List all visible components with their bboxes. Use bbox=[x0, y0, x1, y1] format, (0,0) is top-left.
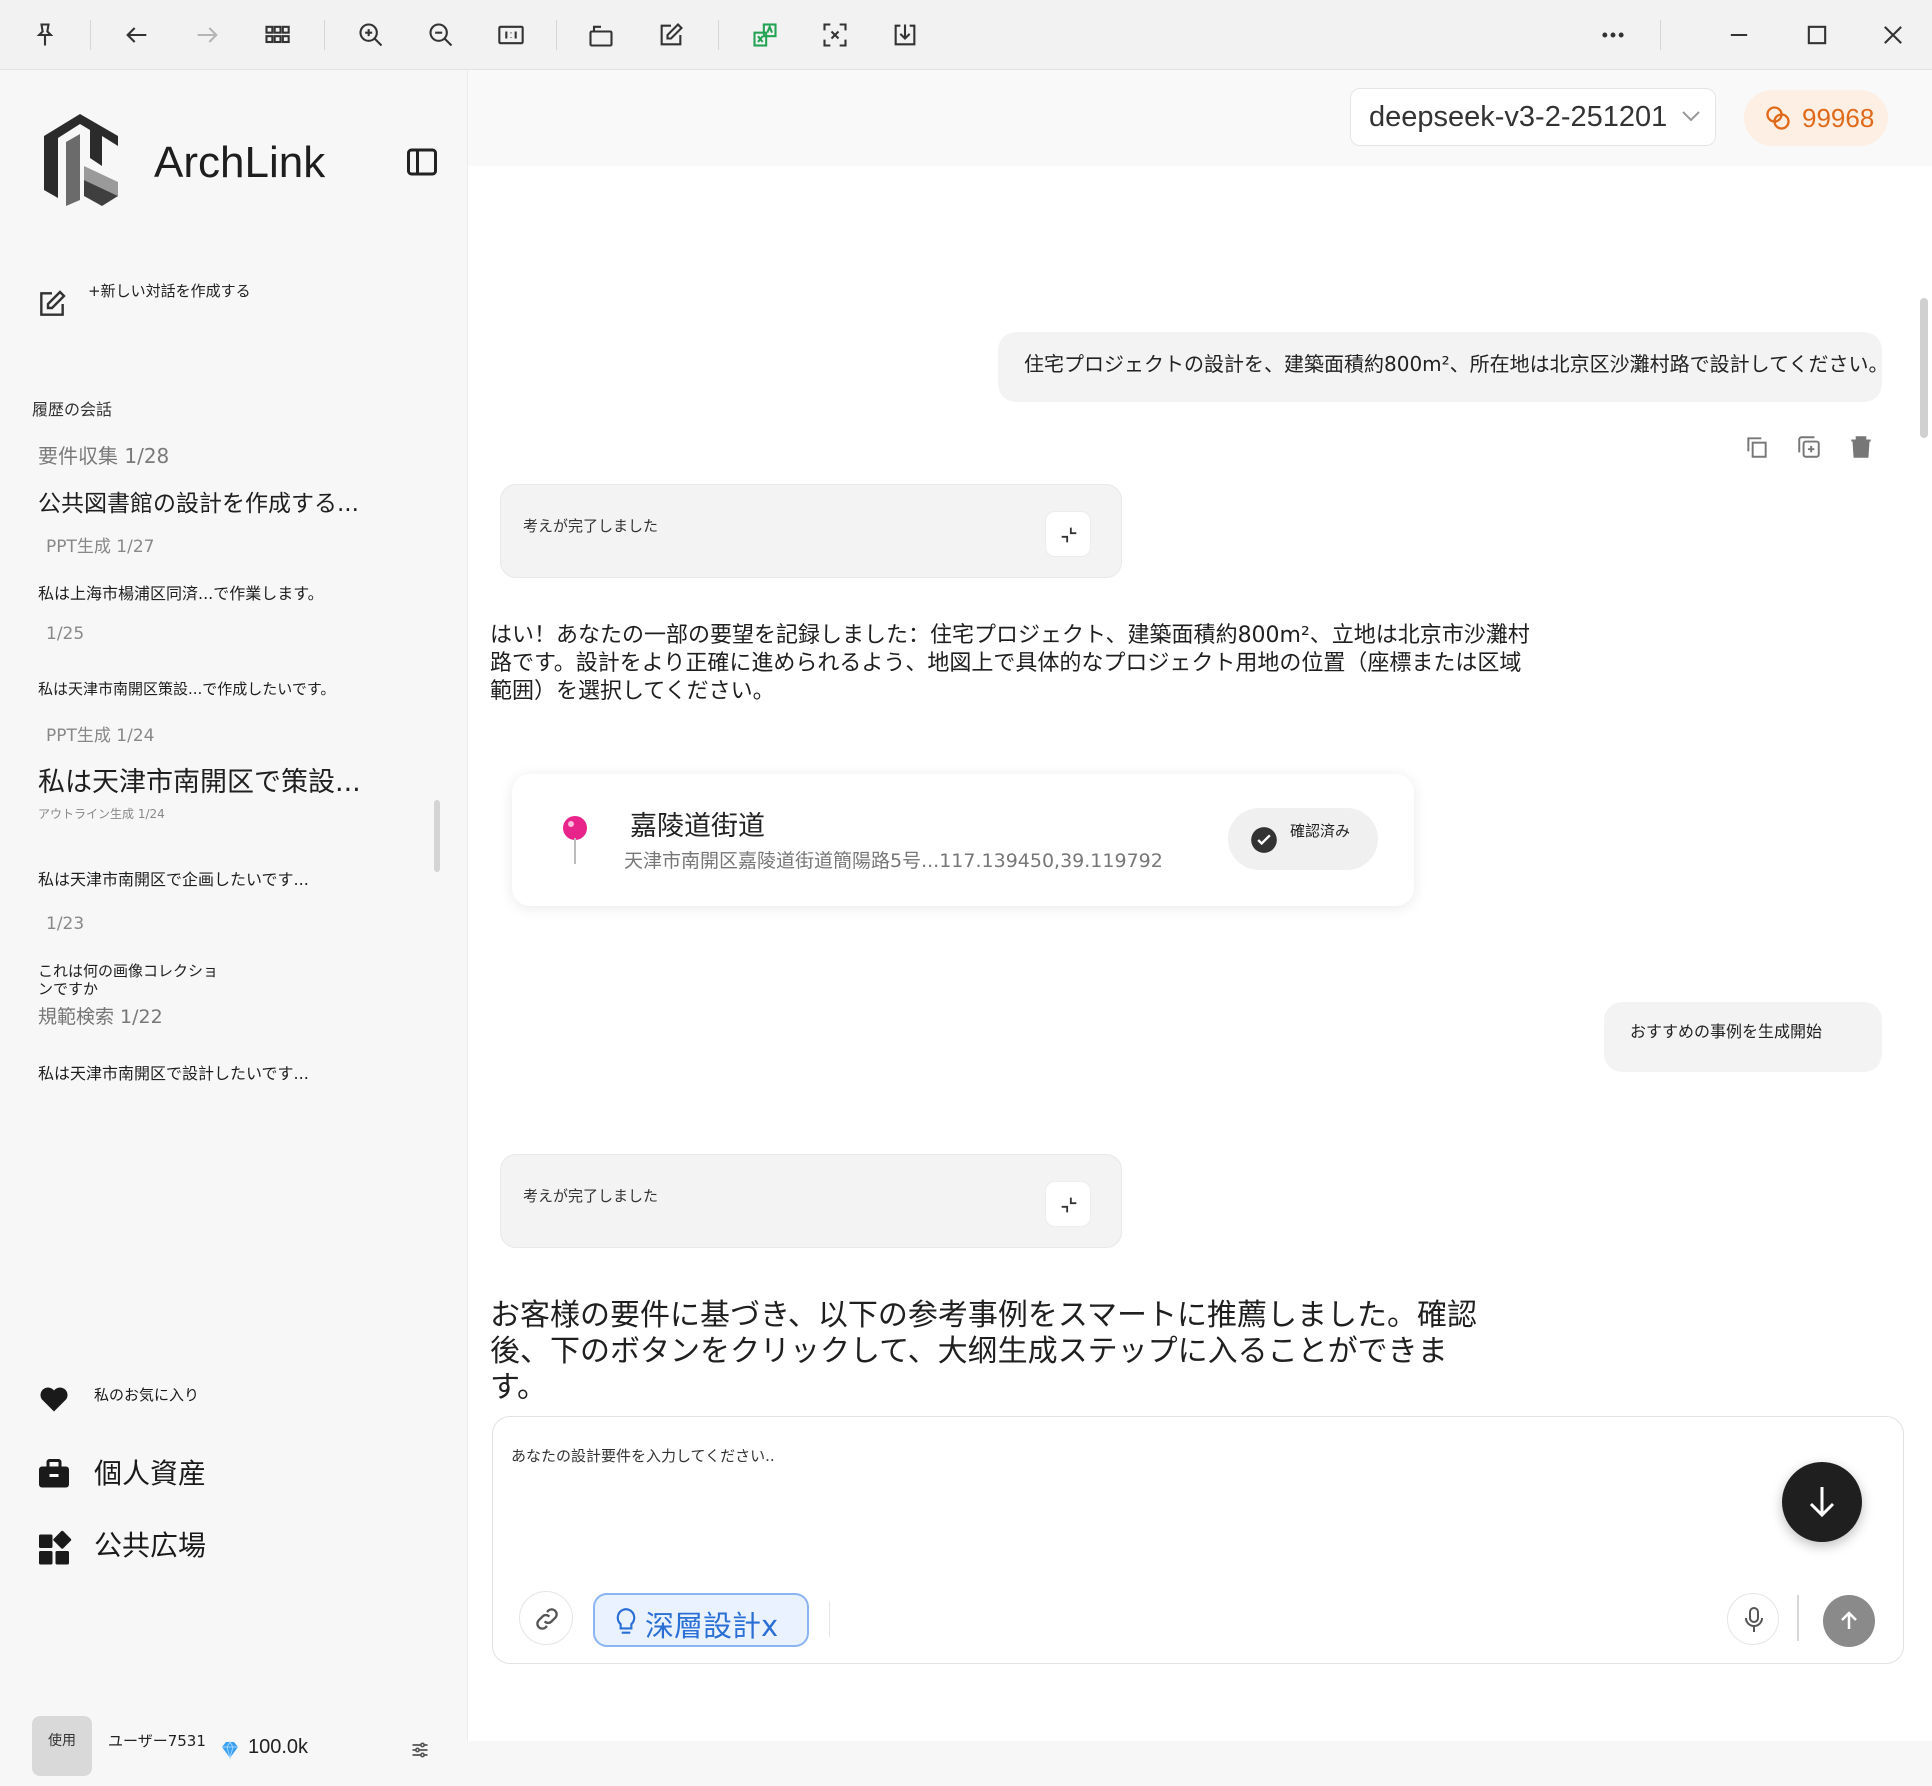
history-heading: 履歴の会話 bbox=[32, 400, 113, 419]
back-arrow-icon[interactable] bbox=[118, 16, 156, 54]
history-item[interactable]: 私は天津市南開区で設計したいです... bbox=[38, 1060, 398, 1084]
collapse-thinking-button[interactable] bbox=[1045, 511, 1091, 557]
send-button[interactable] bbox=[1823, 1595, 1875, 1647]
attach-link-button[interactable] bbox=[519, 1591, 573, 1645]
toolbar-divider bbox=[324, 20, 325, 50]
avatar[interactable]: 使用 bbox=[32, 1716, 92, 1776]
download-icon[interactable] bbox=[886, 16, 924, 54]
personal-assets-nav[interactable]: 個人資産 bbox=[36, 1452, 336, 1496]
message-actions bbox=[1744, 434, 1874, 460]
close-icon[interactable] bbox=[1874, 16, 1912, 54]
briefcase-icon bbox=[39, 1459, 69, 1488]
pin-icon[interactable] bbox=[26, 16, 64, 54]
link-icon bbox=[536, 1608, 558, 1630]
apps-grid-icon bbox=[39, 1530, 72, 1565]
arrow-down-icon bbox=[1809, 1487, 1835, 1518]
credits-badge[interactable]: 99968 bbox=[1744, 90, 1888, 146]
toolbar-divider bbox=[1660, 20, 1661, 50]
archlink-logo bbox=[44, 114, 118, 206]
confirmed-button[interactable]: 確認済み bbox=[1228, 808, 1378, 870]
toolbar-divider bbox=[556, 20, 557, 50]
trash-icon[interactable] bbox=[1848, 434, 1874, 460]
arrow-up-icon bbox=[1841, 1611, 1857, 1629]
grid-view-icon[interactable] bbox=[258, 16, 296, 54]
viewer-toolbar bbox=[0, 0, 1932, 70]
history-scrollbar[interactable] bbox=[434, 800, 440, 872]
app-name: ArchLink bbox=[154, 138, 326, 187]
lightbulb-icon bbox=[616, 1608, 636, 1634]
translate-icon[interactable] bbox=[746, 16, 784, 54]
design-requirement-input[interactable] bbox=[511, 1445, 1711, 1505]
new-chat-label: +新しい対話を作成する bbox=[88, 282, 251, 300]
assistant-message: はい！あなたの一部の要望を記録しました：住宅プロジェクト、建築面積約800m²、… bbox=[490, 623, 1530, 704]
new-chat-button[interactable]: +新しい対話を作成する bbox=[36, 280, 251, 320]
user-message: 住宅プロジェクトの設計を、建築面積約800m²、所在地は北京区沙灘村路で設計して… bbox=[998, 332, 1882, 402]
input-divider bbox=[1797, 1595, 1799, 1641]
location-name: 嘉陵道街道 bbox=[630, 811, 765, 842]
location-address: 天津市南開区嘉陵道街道簡陽路5号...117.139450,39.119792 bbox=[624, 850, 1163, 872]
public-plaza-nav[interactable]: 公共広場 bbox=[36, 1524, 336, 1568]
duplicate-icon[interactable] bbox=[1796, 434, 1822, 460]
copy-icon[interactable] bbox=[1744, 434, 1770, 460]
diamond-icon bbox=[222, 1741, 238, 1760]
coins-icon bbox=[1766, 106, 1790, 130]
microphone-icon bbox=[1745, 1607, 1763, 1632]
map-pin-icon bbox=[563, 816, 587, 864]
thinking-panel: 考えが完了しました bbox=[500, 484, 1122, 578]
input-divider bbox=[829, 1601, 830, 1637]
history-list: 要件収集 1/28 公共図書館の設計を作成する... PPT生成 1/27 私は… bbox=[30, 430, 430, 1190]
location-card[interactable]: 嘉陵道街道 天津市南開区嘉陵道街道簡陽路5号...117.139450,39.1… bbox=[512, 774, 1414, 906]
toolbar-divider bbox=[718, 20, 719, 50]
chat-header: deepseek-v3-2-251201 99968 bbox=[468, 70, 1932, 166]
collapse-icon bbox=[1061, 1197, 1077, 1213]
collapse-icon bbox=[1061, 527, 1077, 543]
history-item[interactable]: 公共図書館の設計を作成する... PPT生成 1/27 bbox=[38, 484, 398, 557]
history-item[interactable]: 私は天津市南開区策設...で作成したいです。 PPT生成 1/24 bbox=[38, 678, 398, 746]
maximize-icon[interactable] bbox=[1798, 16, 1836, 54]
actual-size-icon[interactable] bbox=[492, 16, 530, 54]
sidebar: ArchLink +新しい対話を作成する 履歴の会話 要件収集 1/28 公共図… bbox=[0, 70, 468, 1776]
assistant-message: お客様の要件に基づき、以下の参考事例をスマートに推薦しました。確認後、下のボタン… bbox=[490, 1298, 1477, 1405]
zoom-out-icon[interactable] bbox=[422, 16, 460, 54]
thinking-status: 考えが完了しました bbox=[523, 1187, 659, 1205]
favorites-nav[interactable]: 私のお気に入り bbox=[36, 1380, 336, 1420]
user-profile[interactable]: 使用 ユーザー7531 100.0k bbox=[32, 1716, 432, 1786]
minimize-icon[interactable] bbox=[1720, 16, 1758, 54]
scroll-to-bottom-button[interactable] bbox=[1782, 1462, 1862, 1542]
ocr-scan-icon[interactable] bbox=[816, 16, 854, 54]
settings-sliders-icon[interactable] bbox=[410, 1740, 430, 1760]
thinking-panel: 考えが完了しました bbox=[500, 1154, 1122, 1248]
heart-icon bbox=[40, 1387, 68, 1412]
more-icon[interactable] bbox=[1594, 16, 1632, 54]
voice-input-button[interactable] bbox=[1727, 1593, 1779, 1645]
zoom-in-icon[interactable] bbox=[352, 16, 390, 54]
sidebar-toggle-icon[interactable] bbox=[404, 144, 440, 180]
forward-arrow-icon[interactable] bbox=[188, 16, 226, 54]
toolbar-divider bbox=[90, 20, 91, 50]
history-item[interactable]: 私は天津市南開区で企画したいです... 1/23 bbox=[38, 866, 398, 934]
deep-design-label: 深層設計x bbox=[645, 1609, 779, 1643]
chevron-down-icon bbox=[1682, 111, 1700, 122]
token-balance: 100.0k bbox=[248, 1736, 309, 1758]
deep-design-toggle[interactable]: 深層設計x bbox=[593, 1593, 809, 1647]
user-message: おすすめの事例を生成開始 bbox=[1604, 1002, 1882, 1072]
confirmed-label: 確認済み bbox=[1290, 822, 1351, 840]
chat-input-panel: 深層設計x bbox=[492, 1416, 1904, 1664]
history-item[interactable]: 私は上海市楊浦区同済...で作業します。 1/25 bbox=[38, 580, 398, 644]
check-circle-icon bbox=[1251, 827, 1277, 853]
new-chat-icon bbox=[40, 290, 66, 316]
thinking-status: 考えが完了しました bbox=[523, 517, 659, 535]
model-selector[interactable]: deepseek-v3-2-251201 bbox=[1350, 88, 1716, 146]
chat-scrollbar[interactable] bbox=[1920, 298, 1928, 438]
credits-value: 99968 bbox=[1802, 103, 1875, 133]
collapse-thinking-button[interactable] bbox=[1045, 1181, 1091, 1227]
edit-icon[interactable] bbox=[652, 16, 690, 54]
history-item[interactable]: 要件収集 1/28 bbox=[38, 430, 398, 469]
history-item[interactable]: 私は天津市南開区で策設... アウトライン生成 1/24 bbox=[38, 760, 398, 822]
rotate-icon[interactable] bbox=[582, 16, 620, 54]
model-name: deepseek-v3-2-251201 bbox=[1369, 101, 1668, 133]
chat-main: deepseek-v3-2-251201 99968 住宅プロジェクトの設計を、… bbox=[468, 70, 1932, 1741]
history-item[interactable]: これは何の画像コレクションですか 規範検索 1/22 bbox=[38, 962, 218, 1029]
